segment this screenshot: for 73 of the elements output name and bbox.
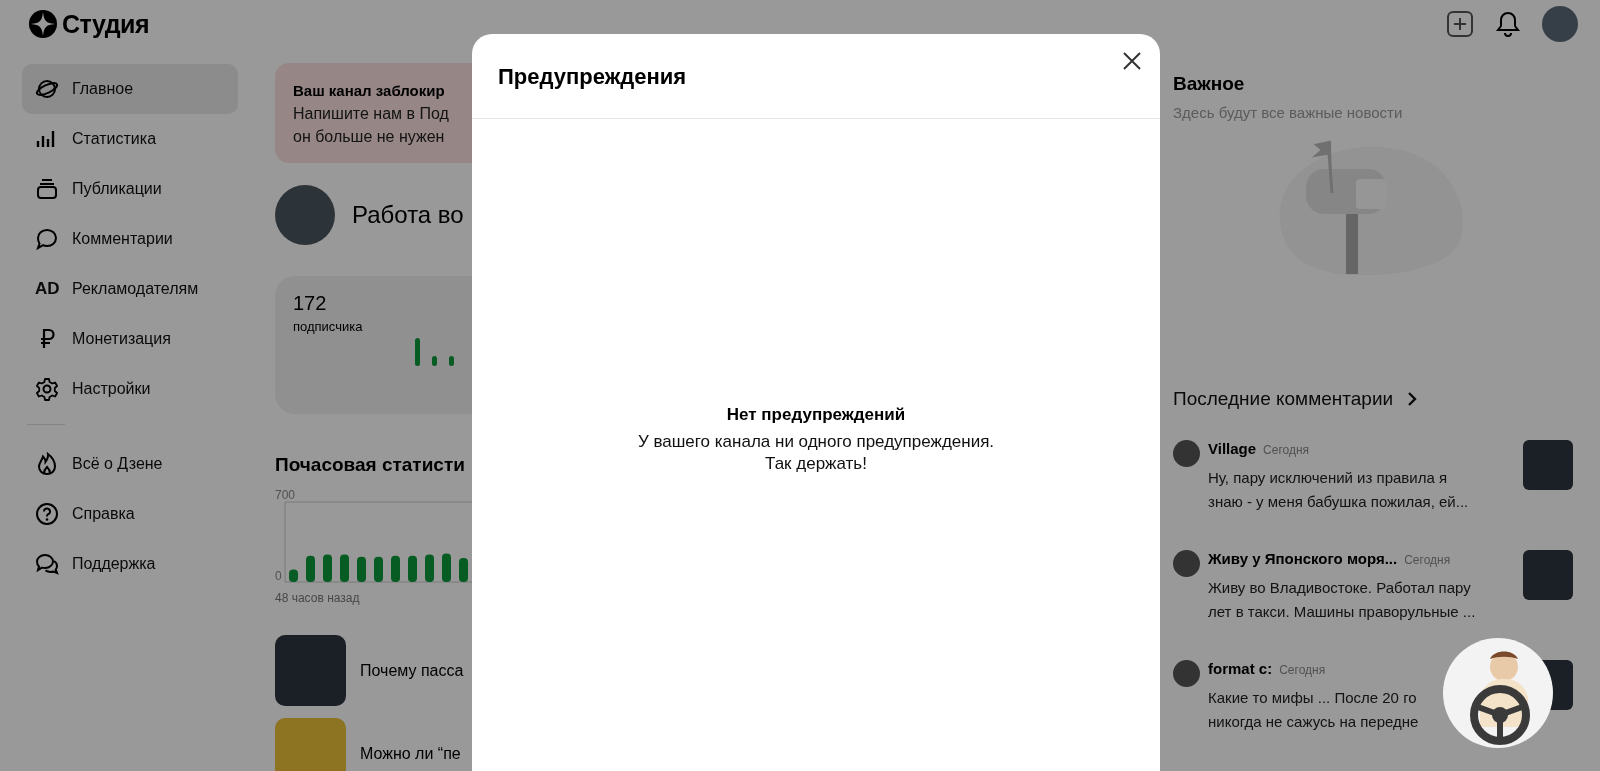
add-button[interactable] [1446, 10, 1474, 38]
logo-icon[interactable] [28, 9, 58, 39]
chart-bar [357, 556, 366, 582]
sidebar-item[interactable]: Справка [22, 489, 238, 539]
chart-bar [306, 555, 315, 582]
flame-icon [35, 452, 59, 476]
photo-placeholder [275, 718, 346, 771]
comment-author[interactable]: Village [1208, 440, 1257, 457]
sidebar-item[interactable]: Статистика [22, 114, 238, 164]
driver-avatar-drawing[interactable] [1442, 637, 1554, 749]
chevron-right-icon [1407, 391, 1418, 407]
axis-tick-label: 700 [275, 488, 296, 502]
bell-icon [1496, 11, 1520, 37]
subscriber-count: 172 [293, 292, 328, 315]
comment-text: Живу во Владивостоке. Работал пару лет в такси. Машины праворульные ... [1208, 578, 1477, 622]
chart-caption: 48 часов назад [275, 591, 361, 605]
comment-text: Какие то мифы ... После 20 го никогда не сажусь на передне [1208, 688, 1420, 732]
subscriber-label: подписчика [293, 319, 364, 334]
comment-author[interactable]: format c: [1208, 660, 1273, 677]
sidebar-item[interactable]: Комментарии [22, 214, 238, 264]
settings-icon [35, 377, 59, 401]
user-avatar [1173, 550, 1200, 577]
comment-time: Сегодня [1279, 663, 1326, 677]
sidebar-item[interactable]: Поддержка [22, 539, 238, 589]
user-avatar [1173, 660, 1200, 687]
article-title[interactable]: Можно ли “пе [360, 744, 461, 763]
dialog-title: Предупреждения [498, 64, 687, 90]
speech-bubble-icon [35, 227, 59, 251]
planet-icon [35, 77, 59, 101]
chart-bar [374, 556, 383, 582]
banner-text: Напишите нам в Под он больше не нужен [293, 104, 449, 147]
chart-bar [408, 555, 417, 582]
help-icon [35, 502, 59, 526]
comments-link[interactable]: Последние комментарии [1173, 388, 1418, 410]
chart-bar [442, 553, 451, 582]
channel-name[interactable]: Работа во [352, 201, 464, 229]
channel-avatar [275, 185, 335, 245]
photo-placeholder [1523, 440, 1573, 490]
empty-state-text: У вашего канала ни одного предупреждения. Так держать! [637, 431, 995, 475]
stack-icon [35, 177, 59, 201]
plus-icon [1446, 10, 1474, 38]
profile-avatar[interactable] [1542, 6, 1578, 42]
comment-time: Сегодня [1263, 443, 1310, 457]
sidebar-item[interactable]: Настройки [22, 364, 238, 414]
chart-bar [323, 554, 332, 582]
sidebar-item[interactable]: Монетизация [22, 314, 238, 364]
ad-icon: AD [35, 279, 59, 299]
comment-author[interactable]: Живу у Японского моря... [1208, 550, 1398, 567]
article-title[interactable]: Почему пасса [360, 661, 464, 680]
empty-state-title: Нет предупреждений [726, 405, 906, 425]
chart-bar [289, 569, 298, 582]
sidebar-item[interactable]: Всё о Дзене [22, 439, 238, 489]
comment-text: Ну, пару исключений из правила я знаю - у меня бабушка пожилая, ей... [1208, 468, 1470, 512]
chart-bar [459, 558, 468, 582]
axis-tick-label: 0 [275, 569, 282, 583]
section-subtitle: Здесь будут все важные новости [1173, 104, 1404, 121]
user-avatar [1173, 440, 1200, 467]
sidebar-item[interactable]: AD Рекламодателям [22, 264, 238, 314]
photo-placeholder [1523, 550, 1573, 600]
chart-bar [425, 554, 434, 582]
comment-time: Сегодня [1404, 553, 1451, 567]
banner-title: Ваш канал заблокир [293, 81, 445, 101]
sidebar-item[interactable]: Главное [22, 64, 238, 114]
close-icon [1122, 51, 1142, 71]
logo-text[interactable]: Студия [62, 9, 150, 39]
chart-bar [340, 554, 349, 582]
section-title: Почасовая статисти [275, 454, 465, 476]
photo-placeholder [275, 635, 346, 706]
chat-bubbles-icon [35, 552, 59, 576]
sidebar-item[interactable]: Публикации [22, 164, 238, 214]
section-title: Важное [1173, 73, 1246, 95]
notifications-button[interactable] [1496, 11, 1520, 37]
chart-bar [391, 555, 400, 582]
